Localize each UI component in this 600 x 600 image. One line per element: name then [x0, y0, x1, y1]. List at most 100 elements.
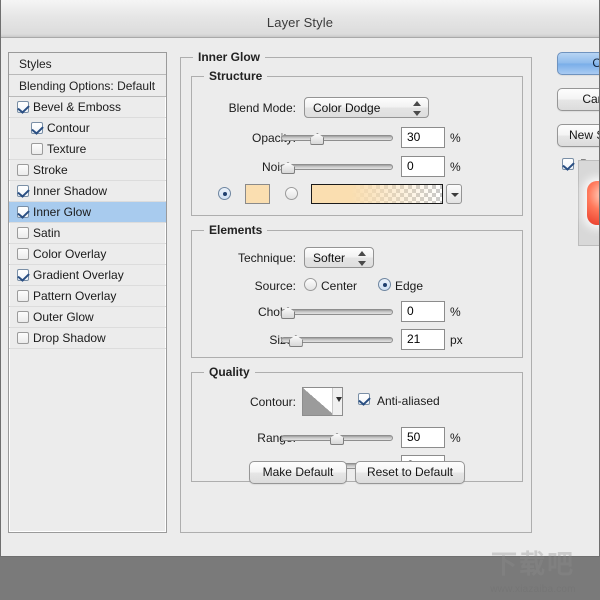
noise-unit: % — [450, 156, 461, 178]
contour-chevron-down-icon[interactable] — [332, 388, 342, 415]
styles-list-item[interactable]: Contour — [9, 118, 166, 139]
size-input[interactable]: 21 — [401, 329, 445, 350]
effect-enabled-checkbox[interactable] — [31, 143, 43, 155]
choke-input[interactable]: 0 — [401, 301, 445, 322]
effect-enabled-checkbox[interactable] — [17, 248, 29, 260]
choke-unit: % — [450, 301, 461, 323]
styles-list-item-label: Satin — [33, 223, 60, 244]
fill-gradient-radio[interactable] — [285, 187, 298, 200]
styles-list-item-label: Gradient Overlay — [33, 265, 124, 286]
effect-enabled-checkbox[interactable] — [17, 101, 29, 113]
effect-enabled-checkbox[interactable] — [17, 227, 29, 239]
source-label: Source: — [192, 275, 296, 297]
opacity-unit: % — [450, 127, 461, 149]
effect-enabled-checkbox[interactable] — [17, 290, 29, 302]
structure-legend: Structure — [204, 69, 267, 83]
technique-value: Softer — [313, 251, 345, 265]
blend-mode-select[interactable]: Color Dodge — [304, 97, 429, 118]
quality-legend: Quality — [204, 365, 255, 379]
gradient-picker-chevron-icon[interactable] — [446, 184, 462, 204]
styles-list-empty-area — [9, 349, 166, 533]
contour-curve-thumbnail — [303, 388, 334, 415]
window-titlebar[interactable]: Layer Style — [0, 0, 600, 38]
range-slider[interactable] — [281, 430, 393, 446]
contour-label: Contour: — [192, 391, 296, 413]
effect-enabled-checkbox[interactable] — [17, 206, 29, 218]
contour-preset-picker[interactable] — [302, 387, 343, 416]
styles-rows: Bevel & EmbossContourTextureStrokeInner … — [9, 97, 166, 349]
opacity-input[interactable]: 30 — [401, 127, 445, 148]
styles-list-item[interactable]: Stroke — [9, 160, 166, 181]
glow-gradient-preview[interactable] — [311, 184, 443, 204]
styles-list-item-label: Texture — [47, 139, 86, 160]
preview-checkbox[interactable] — [562, 158, 574, 170]
layer-style-dialog: Layer Style Styles Blending Options: Def… — [0, 0, 600, 557]
size-unit: px — [450, 329, 463, 351]
anti-aliased-checkbox[interactable] — [358, 393, 370, 405]
ok-button[interactable]: OK — [557, 52, 600, 75]
fill-solid-radio[interactable] — [218, 187, 231, 200]
cancel-button[interactable]: Cancel — [557, 88, 600, 111]
reset-to-default-button[interactable]: Reset to Default — [355, 461, 465, 484]
styles-list-item[interactable]: Texture — [9, 139, 166, 160]
technique-select[interactable]: Softer — [304, 247, 374, 268]
styles-list-item-label: Outer Glow — [33, 307, 94, 328]
preview-shape — [587, 181, 600, 225]
technique-label: Technique: — [192, 247, 296, 269]
elements-legend: Elements — [204, 223, 267, 237]
styles-list-item[interactable]: Bevel & Emboss — [9, 97, 166, 118]
new-style-button[interactable]: New Style... — [557, 124, 600, 147]
styles-list-header: Styles — [9, 53, 166, 75]
effect-enabled-checkbox[interactable] — [17, 332, 29, 344]
blend-mode-label: Blend Mode: — [192, 97, 296, 119]
styles-list-item[interactable]: Satin — [9, 223, 166, 244]
page-title: Layer Style — [0, 15, 600, 30]
styles-list-item-label: Pattern Overlay — [33, 286, 116, 307]
styles-list-item[interactable]: Gradient Overlay — [9, 265, 166, 286]
slider-track — [281, 309, 393, 315]
styles-list-item-label: Bevel & Emboss — [33, 97, 121, 118]
styles-list-item-label: Drop Shadow — [33, 328, 106, 349]
styles-list-item[interactable]: Drop Shadow — [9, 328, 166, 349]
effect-enabled-checkbox[interactable] — [17, 185, 29, 197]
make-default-button[interactable]: Make Default — [249, 461, 347, 484]
effect-enabled-checkbox[interactable] — [17, 164, 29, 176]
styles-list-item-label: Inner Glow — [33, 202, 91, 223]
opacity-slider[interactable] — [281, 130, 393, 146]
inner-glow-legend: Inner Glow — [193, 50, 265, 64]
slider-track — [281, 164, 393, 170]
desktop-background — [0, 557, 600, 600]
styles-list-item[interactable]: Pattern Overlay — [9, 286, 166, 307]
anti-aliased-label[interactable]: Anti-aliased — [377, 390, 440, 412]
effect-enabled-checkbox[interactable] — [17, 311, 29, 323]
styles-list-item[interactable]: Color Overlay — [9, 244, 166, 265]
source-center-label[interactable]: Center — [321, 275, 357, 297]
range-unit: % — [450, 427, 461, 449]
noise-slider[interactable] — [281, 159, 393, 175]
source-edge-radio[interactable] — [378, 278, 391, 291]
inner-glow-group: Inner Glow Structure Blend Mode: Color D… — [180, 57, 532, 533]
styles-list-item[interactable]: Inner Glow — [9, 202, 166, 223]
styles-list-item[interactable]: Inner Shadow — [9, 181, 166, 202]
styles-list-item-label: Color Overlay — [33, 244, 106, 265]
stepper-arrows-icon — [358, 251, 366, 266]
blend-mode-value: Color Dodge — [313, 101, 380, 115]
structure-group: Structure Blend Mode: Color Dodge Opacit… — [191, 76, 523, 216]
effect-enabled-checkbox[interactable] — [31, 122, 43, 134]
style-preview-thumbnail — [578, 160, 600, 246]
size-slider[interactable] — [281, 332, 393, 348]
slider-track — [281, 135, 393, 141]
range-input[interactable]: 50 — [401, 427, 445, 448]
styles-list-item[interactable]: Outer Glow — [9, 307, 166, 328]
effect-enabled-checkbox[interactable] — [17, 269, 29, 281]
blending-options-row[interactable]: Blending Options: Default — [9, 75, 166, 97]
choke-slider[interactable] — [281, 304, 393, 320]
noise-input[interactable]: 0 — [401, 156, 445, 177]
styles-list-panel: Styles Blending Options: Default Bevel &… — [8, 52, 167, 533]
source-center-radio[interactable] — [304, 278, 317, 291]
stepper-arrows-icon — [413, 101, 421, 116]
glow-color-swatch[interactable] — [245, 184, 270, 204]
styles-list-item-label: Stroke — [33, 160, 68, 181]
styles-list-item-label: Inner Shadow — [33, 181, 107, 202]
source-edge-label[interactable]: Edge — [395, 275, 423, 297]
